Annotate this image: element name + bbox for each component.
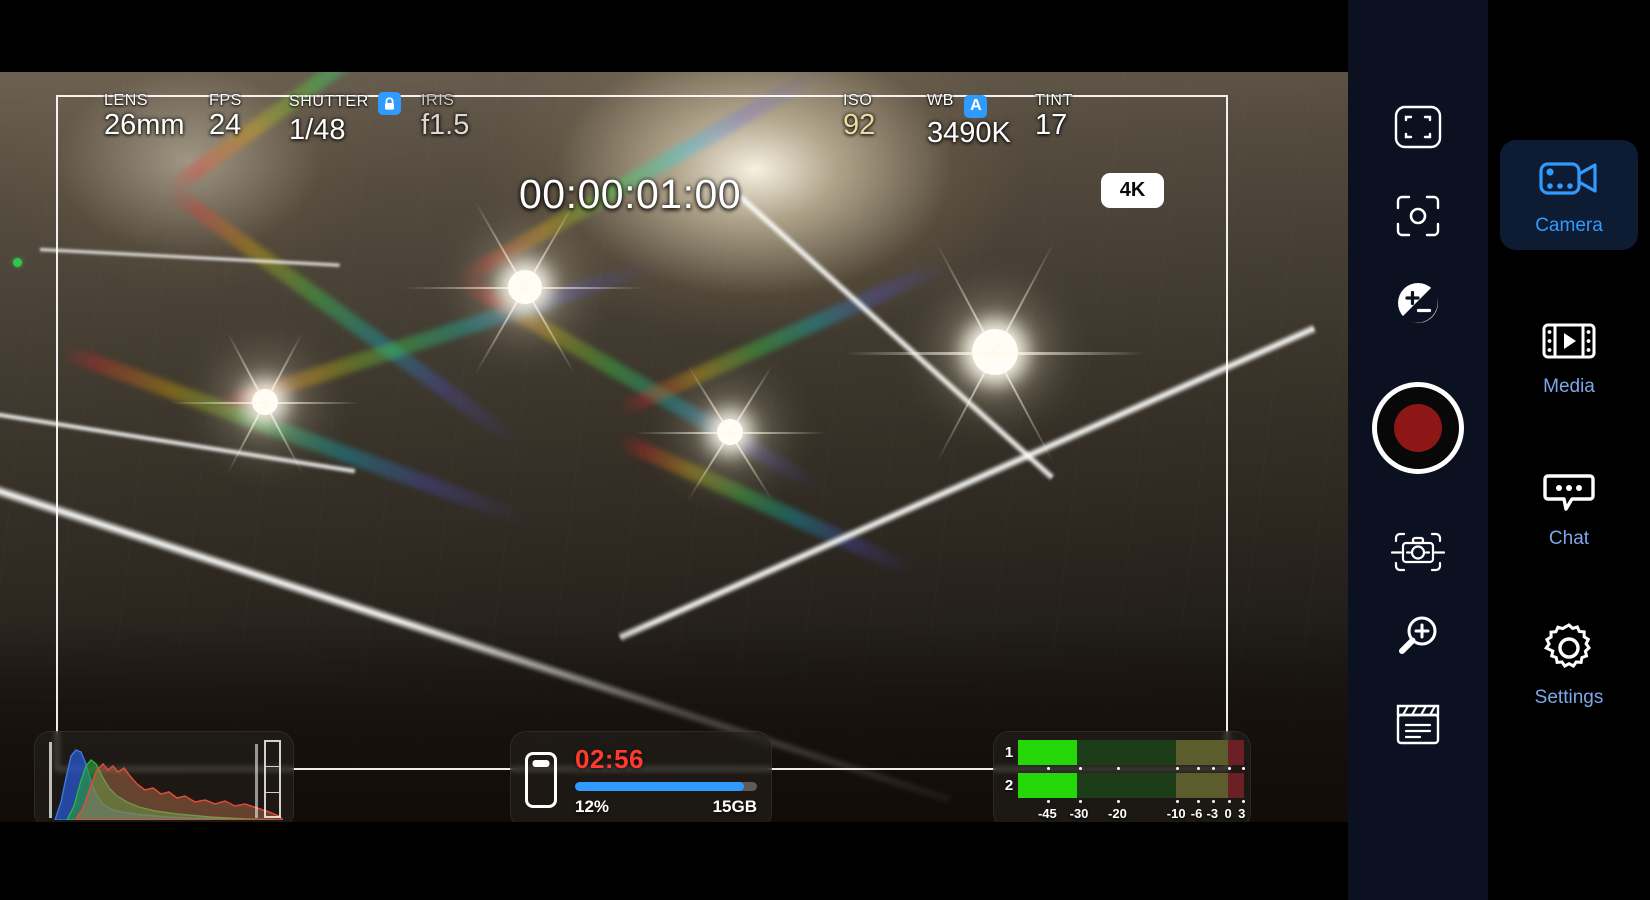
hud-fps-value: 24 <box>209 109 242 141</box>
audio-channel-label: 2 <box>1004 777 1014 794</box>
histogram-clip-marker <box>255 744 258 818</box>
histogram-left-marker <box>49 742 52 818</box>
audio-level-fill-1 <box>1018 740 1077 765</box>
audio-db-tick-label: -3 <box>1206 806 1219 821</box>
hud-iris-label: IRIS <box>421 92 455 109</box>
control-rail <box>1348 0 1488 900</box>
zoom-in-icon[interactable] <box>1395 613 1441 659</box>
hud-tint[interactable]: TINT 17 <box>1035 92 1073 141</box>
storage-labels: 12% 15GB <box>575 797 757 817</box>
storage-battery-widget[interactable]: 02:56 12% 15GB <box>510 731 772 822</box>
nav-label-settings: Settings <box>1534 687 1604 708</box>
audio-db-tick-label: -10 <box>1166 806 1186 821</box>
audio-channel-row: 1 <box>1000 740 1244 765</box>
chat-bubble-icon <box>1542 470 1596 519</box>
hud-iso-label: ISO <box>843 92 873 109</box>
hud-wb-value: 3490K <box>927 116 1011 149</box>
hud-shutter-label: SHUTTER <box>289 92 369 110</box>
audio-channel-label: 1 <box>1004 744 1014 761</box>
lock-icon <box>378 92 402 115</box>
record-button[interactable] <box>1372 382 1464 474</box>
hud-top-bar: LENS 26mm FPS 24 SHUTTER 1/48 IRIS f1.5 <box>0 72 1348 217</box>
battery-percent-label: 12% <box>575 796 610 816</box>
histogram-widget[interactable] <box>34 731 294 822</box>
audio-db-tick-label: -45 <box>1037 806 1057 821</box>
record-inner-dot <box>1394 404 1442 452</box>
audio-db-tick-label: 3 <box>1238 806 1246 821</box>
hud-fps-label: FPS <box>209 92 242 109</box>
hud-wb-label: WB <box>927 92 954 109</box>
battery-icon <box>525 752 557 808</box>
nav-item-camera[interactable]: Camera <box>1500 140 1638 250</box>
nav-item-media[interactable]: Media <box>1500 305 1638 411</box>
audio-meters-widget[interactable]: 1 2 -45 -30 -20 -10 -6 -3 0 3 <box>993 731 1251 822</box>
film-play-icon <box>1541 320 1597 367</box>
video-camera-icon <box>1538 155 1600 206</box>
nav-label-chat: Chat <box>1548 528 1590 549</box>
hud-tint-value: 17 <box>1035 109 1068 141</box>
storage-details: 02:56 12% 15GB <box>575 744 757 817</box>
hud-iso-value: 92 <box>843 109 876 141</box>
camera-app-window: LENS 26mm FPS 24 SHUTTER 1/48 IRIS f1.5 <box>0 0 1650 900</box>
storage-progress-bar <box>575 781 757 791</box>
audio-db-tick-label: -20 <box>1108 806 1127 821</box>
hud-iris-value: f1.5 <box>421 109 470 141</box>
audio-meter-track <box>1018 740 1244 765</box>
hud-iso[interactable]: ISO 92 <box>843 92 875 141</box>
audio-tick-row <box>1018 765 1245 773</box>
audio-db-tick-label: -30 <box>1069 806 1089 821</box>
audio-db-scale: -45 -30 -20 -10 -6 -3 0 3 <box>1018 806 1246 822</box>
hud-shutter[interactable]: SHUTTER 1/48 <box>289 92 402 146</box>
nav-label-camera: Camera <box>1535 215 1603 236</box>
resolution-badge[interactable]: 4K <box>1101 173 1164 208</box>
hud-white-balance[interactable]: WB A 3490K <box>927 92 1011 148</box>
audio-channel-row: 2 <box>1000 773 1244 798</box>
remaining-record-time: 02:56 <box>575 743 644 774</box>
timecode-display[interactable]: 00:00:01:00 <box>519 171 741 218</box>
free-space-label: 15GB <box>712 796 757 816</box>
auto-wb-badge: A <box>964 94 988 118</box>
hud-lens[interactable]: LENS 26mm <box>104 92 185 141</box>
framing-guide-icon[interactable] <box>1394 105 1442 149</box>
clapperboard-icon[interactable] <box>1395 702 1441 746</box>
nav-item-chat[interactable]: Chat <box>1500 455 1638 563</box>
audio-db-tick-label: -6 <box>1190 806 1203 821</box>
audio-db-tick-label: 0 <box>1224 806 1232 821</box>
hud-lens-value: 26mm <box>104 109 185 141</box>
histogram-canvas <box>45 740 283 820</box>
audio-tick-row <box>1018 798 1245 806</box>
camera-stabilizer-icon[interactable] <box>1390 528 1446 576</box>
histogram-zebra-scale <box>264 740 281 818</box>
hud-iris[interactable]: IRIS f1.5 <box>421 92 469 141</box>
audio-level-fill-2 <box>1018 773 1077 798</box>
hud-tint-label: TINT <box>1035 92 1073 109</box>
recording-status-dot <box>13 258 22 267</box>
focus-reticle-icon[interactable] <box>1394 193 1442 239</box>
gear-icon <box>1543 623 1594 678</box>
hud-shutter-value: 1/48 <box>289 114 346 146</box>
hud-lens-label: LENS <box>104 92 149 109</box>
histogram-red-channel <box>74 762 283 820</box>
hud-fps[interactable]: FPS 24 <box>209 92 242 141</box>
nav-label-media: Media <box>1543 376 1595 397</box>
nav-item-settings[interactable]: Settings <box>1500 608 1638 722</box>
exposure-compensation-icon[interactable] <box>1396 281 1440 325</box>
viewfinder-preview[interactable]: LENS 26mm FPS 24 SHUTTER 1/48 IRIS f1.5 <box>0 72 1348 822</box>
nav-panel: Camera Media Chat Settings <box>1488 0 1650 900</box>
audio-meter-track <box>1018 773 1244 798</box>
